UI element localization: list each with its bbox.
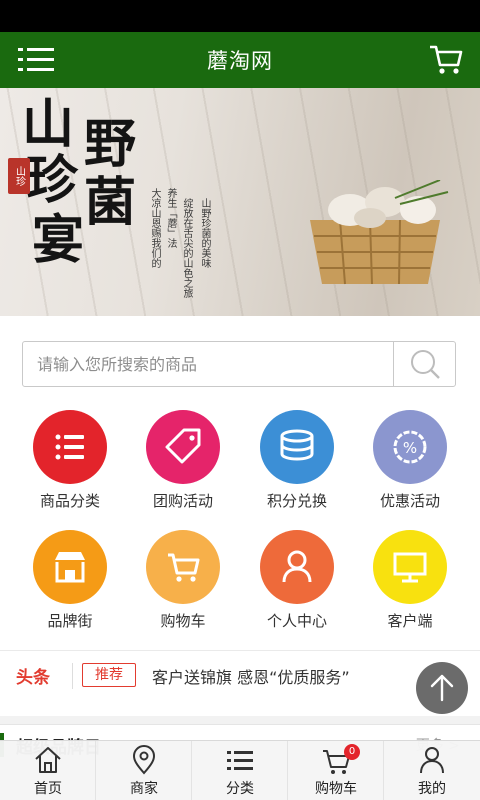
category-group-buy[interactable]: 团购活动 — [128, 408, 238, 520]
user-icon — [282, 550, 312, 583]
calligraphy-char: 珍 — [26, 150, 78, 211]
calligraphy-char: 菌 — [84, 172, 136, 233]
category-circle — [260, 410, 334, 484]
mushroom-basket-image — [310, 180, 449, 285]
banner-poem-line: 山野珍菌的美味 — [199, 198, 210, 268]
user-icon — [420, 747, 444, 774]
top-bar: 蘑淘网 — [0, 32, 480, 88]
tag-icon — [165, 428, 201, 464]
category-label: 积分兑换 — [266, 492, 327, 510]
main-content: 商品分类 团购活动 积分兑换 — [0, 316, 480, 716]
status-bar — [0, 0, 480, 32]
category-circle — [33, 410, 107, 484]
svg-text:%: % — [403, 439, 417, 457]
back-to-top-button[interactable] — [416, 662, 468, 714]
category-label: 团购活动 — [152, 492, 213, 510]
store-icon — [55, 552, 85, 583]
monitor-icon — [393, 552, 427, 583]
discount-icon: % — [393, 430, 427, 464]
tab-label: 分类 — [226, 781, 254, 797]
tab-label: 商家 — [130, 781, 158, 797]
category-label: 个人中心 — [266, 612, 327, 630]
category-circle — [146, 530, 220, 604]
app-title: 蘑淘网 — [207, 49, 273, 73]
category-circle — [33, 530, 107, 604]
category-grid: 商品分类 团购活动 积分兑换 % 优惠活动 品牌街 购物车 个人中心 客户端 — [0, 408, 480, 648]
tab-label: 我的 — [418, 781, 446, 797]
calligraphy-char: 山 — [22, 94, 74, 155]
category-circle — [260, 530, 334, 604]
list-icon — [227, 751, 253, 770]
tab-label: 购物车 — [315, 781, 357, 797]
category-label: 商品分类 — [39, 492, 100, 510]
category-circle — [373, 530, 447, 604]
category-label: 品牌街 — [47, 612, 93, 630]
calligraphy-char: 宴 — [32, 210, 84, 271]
coins-icon — [280, 429, 314, 461]
promo-banner[interactable]: 山 野 珍 菌 宴 山珍 山野珍菌的美味 绽放在舌尖的山色之旅 养生「蘑」法 大… — [0, 88, 480, 316]
header-cart-button[interactable] — [428, 42, 464, 78]
menu-button[interactable] — [18, 46, 54, 74]
tab-label: 首页 — [34, 781, 62, 797]
list-icon — [55, 434, 84, 460]
cart-icon — [430, 45, 463, 74]
category-label: 购物车 — [160, 612, 206, 630]
banner-poem-line: 绽放在舌尖的山色之旅 — [181, 198, 192, 298]
category-label: 客户端 — [387, 612, 433, 630]
location-pin-icon — [132, 745, 156, 775]
tab-merchants[interactable]: 商家 — [96, 741, 192, 800]
category-circle — [146, 410, 220, 484]
arrow-up-icon — [430, 674, 454, 702]
search-button[interactable] — [393, 342, 455, 386]
banner-seal: 山珍 — [8, 158, 30, 194]
category-points-exchange[interactable]: 积分兑换 — [242, 408, 352, 520]
recommend-badge: 推荐 — [82, 663, 136, 687]
hamburger-menu-icon — [18, 48, 54, 71]
banner-poem-line: 养生「蘑」法 — [165, 188, 176, 248]
headline-text[interactable]: 客户送锦旗 感恩“优质服务” — [152, 664, 350, 688]
category-product-classes[interactable]: 商品分类 — [15, 408, 125, 520]
tab-cart[interactable]: 0 购物车 — [288, 741, 384, 800]
search-box — [22, 341, 456, 387]
headline-tag: 头条 — [16, 668, 50, 688]
cart-icon — [168, 553, 200, 582]
category-label: 优惠活动 — [379, 492, 440, 510]
cart-count-badge: 0 — [344, 744, 360, 760]
search-icon — [411, 350, 440, 379]
tab-home[interactable]: 首页 — [0, 741, 96, 800]
calligraphy-char: 野 — [84, 114, 136, 175]
category-shopping-cart[interactable]: 购物车 — [128, 528, 238, 640]
home-icon — [35, 747, 61, 773]
category-client-app[interactable]: 客户端 — [355, 528, 465, 640]
headline-divider — [72, 663, 73, 689]
category-discounts[interactable]: % 优惠活动 — [355, 408, 465, 520]
tab-categories[interactable]: 分类 — [192, 741, 288, 800]
tab-profile[interactable]: 我的 — [384, 741, 480, 800]
category-circle: % — [373, 410, 447, 484]
banner-poem-line: 大凉山恩赐我们的 — [149, 188, 160, 268]
bottom-tab-bar: 首页 商家 分类 0 购物车 我的 — [0, 740, 480, 800]
category-personal-center[interactable]: 个人中心 — [242, 528, 352, 640]
headline-bar[interactable]: 头条 推荐 客户送锦旗 感恩“优质服务” — [0, 650, 480, 698]
search-input[interactable] — [23, 342, 395, 386]
category-brand-street[interactable]: 品牌街 — [15, 528, 125, 640]
